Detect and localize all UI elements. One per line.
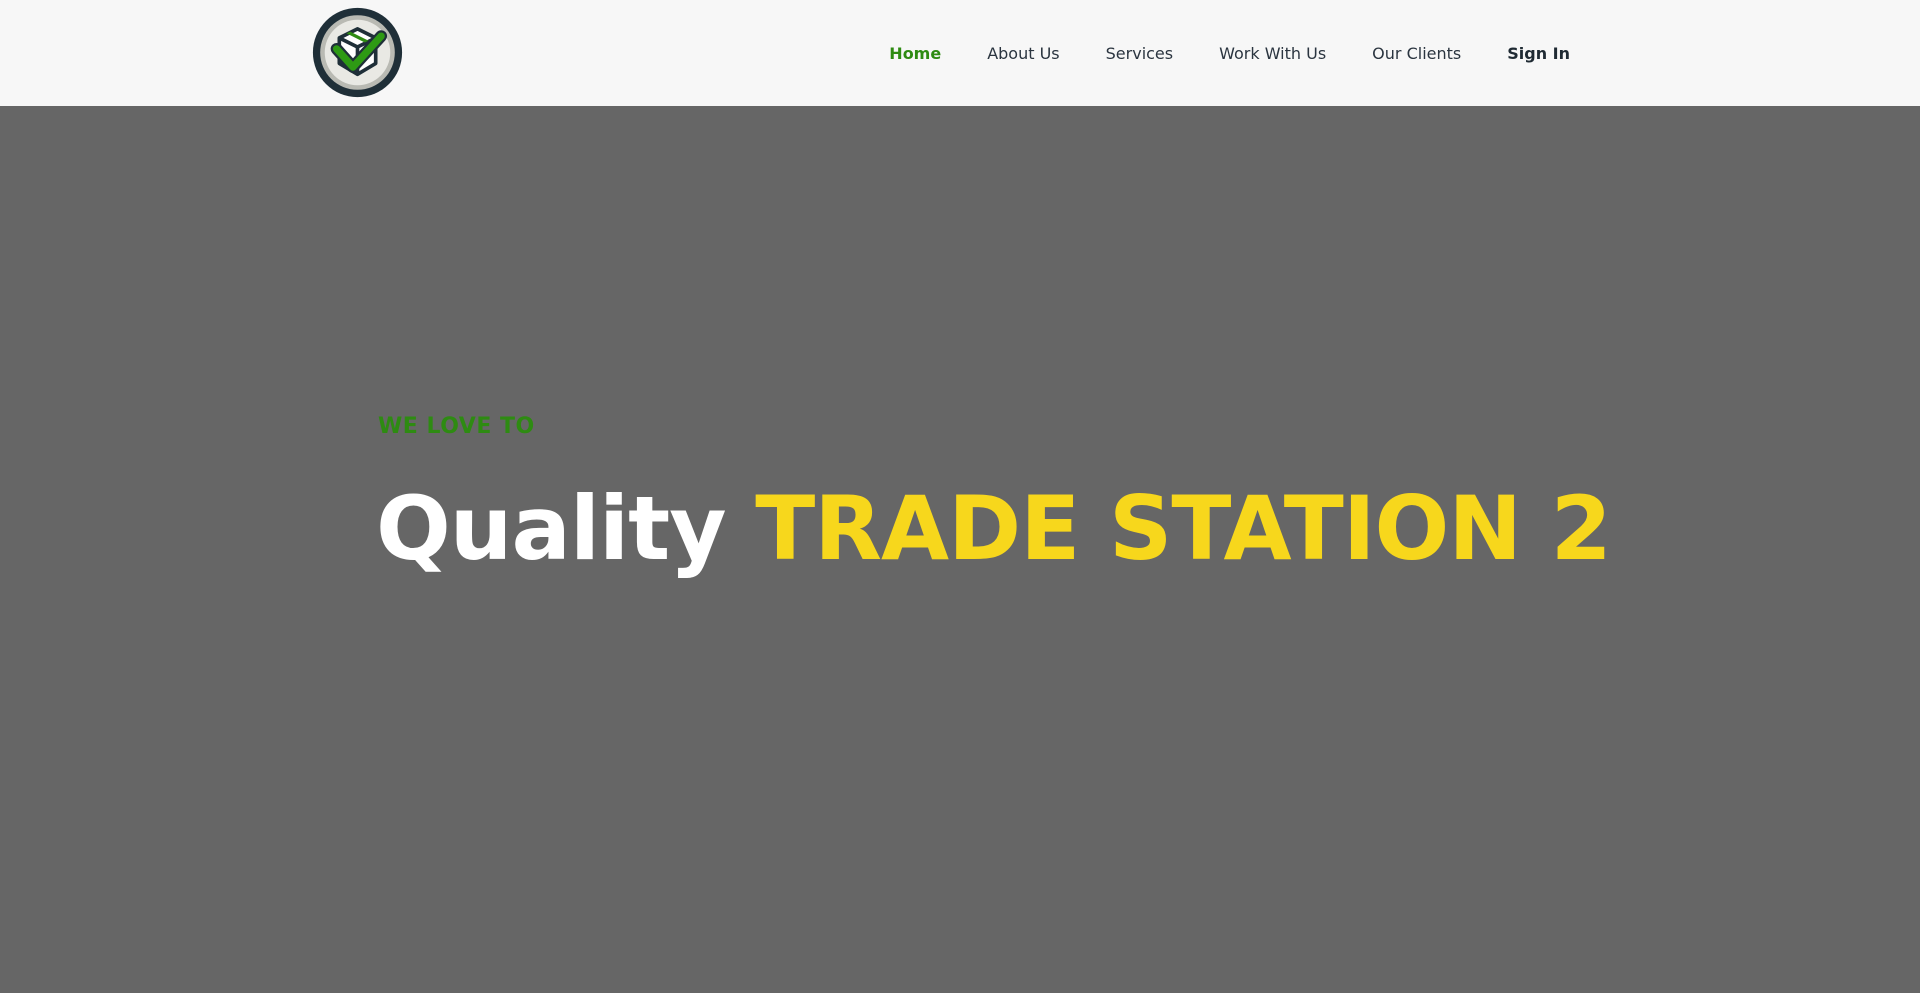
hero-section: WE LOVE TO Quality TRADE STATION 2 (0, 106, 1920, 993)
nav-our-clients-link[interactable]: Our Clients (1372, 44, 1461, 63)
sign-in-link[interactable]: Sign In (1507, 44, 1570, 63)
hero-headline-trade-station: TRADE STATION 2 (755, 477, 1612, 580)
box-checkmark-logo-icon[interactable] (312, 7, 403, 98)
nav-home-link[interactable]: Home (889, 44, 941, 63)
nav-work-with-us-link[interactable]: Work With Us (1219, 44, 1326, 63)
hero-headline: Quality TRADE STATION 2 (376, 476, 1612, 582)
hero-headline-quality: Quality (376, 477, 727, 580)
nav-about-us-link[interactable]: About Us (987, 44, 1059, 63)
site-header: Home About Us Services Work With Us Our … (0, 0, 1920, 106)
hero-eyebrow: WE LOVE TO (378, 414, 535, 439)
nav-services-link[interactable]: Services (1106, 44, 1173, 63)
main-nav: Home About Us Services Work With Us Our … (889, 0, 1570, 106)
